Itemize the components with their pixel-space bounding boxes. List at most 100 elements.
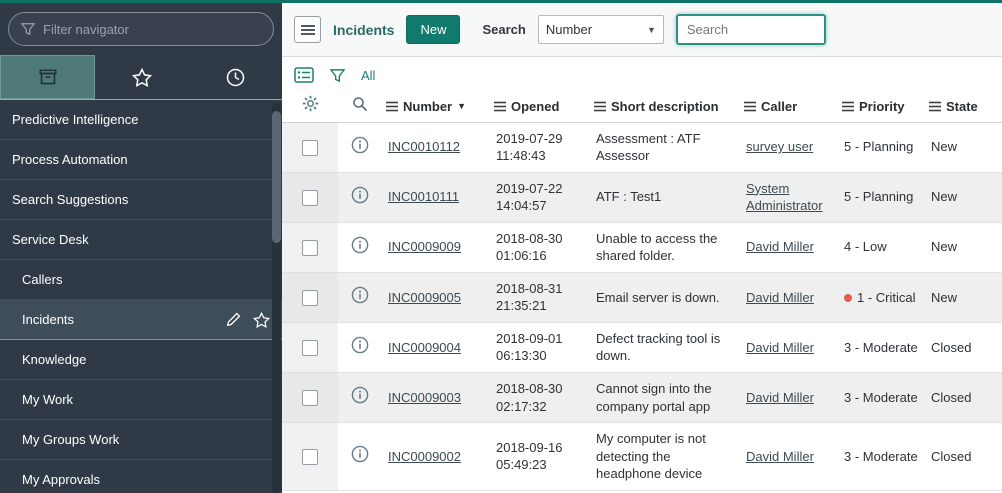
filter-navigator: [8, 12, 274, 46]
sidebar-item-incidents[interactable]: Incidents: [0, 300, 282, 340]
incident-number-link[interactable]: INC0010111: [388, 189, 459, 204]
servicenow-app: Predictive Intelligence Process Automatio…: [0, 0, 1002, 493]
caller-link[interactable]: System Administrator: [746, 181, 823, 214]
sidebar-item-callers[interactable]: Callers: [0, 260, 282, 300]
gear-icon[interactable]: [302, 95, 319, 112]
caller-link[interactable]: David Miller: [746, 449, 814, 464]
caller-cell: System Administrator: [740, 172, 838, 222]
caller-link[interactable]: survey user: [746, 139, 813, 154]
search-icon[interactable]: [352, 96, 368, 112]
row-checkbox[interactable]: [302, 390, 318, 406]
tab-favorites[interactable]: [95, 55, 188, 99]
edit-module-pencil-icon[interactable]: [226, 312, 241, 327]
sidebar-item-predictive-intelligence[interactable]: Predictive Intelligence: [0, 100, 282, 140]
column-menu-icon[interactable]: [744, 101, 756, 112]
row-checkbox[interactable]: [302, 240, 318, 256]
info-icon[interactable]: [351, 336, 369, 354]
row-select-cell: [282, 222, 338, 272]
sidebar-item-my-work[interactable]: My Work: [0, 380, 282, 420]
row-select-cell: [282, 122, 338, 172]
search-field-select[interactable]: Number ▼: [538, 15, 664, 44]
incident-number-link[interactable]: INC0009005: [388, 290, 461, 305]
new-record-button[interactable]: New: [406, 15, 460, 44]
column-label: Short description: [611, 99, 719, 114]
sidebar-item-service-desk[interactable]: Service Desk: [0, 220, 282, 260]
filter-funnel-icon[interactable]: [330, 68, 345, 83]
column-header-state[interactable]: State: [925, 91, 1002, 122]
caller-link[interactable]: David Miller: [746, 239, 814, 254]
incident-number-link[interactable]: INC0009004: [388, 340, 461, 355]
list-context-menu-button[interactable]: [294, 16, 321, 43]
incident-number-link[interactable]: INC0009003: [388, 390, 461, 405]
list-view-mode-icon[interactable]: [294, 67, 314, 83]
critical-priority-dot: [844, 294, 852, 302]
column-menu-icon[interactable]: [494, 101, 506, 112]
incident-row: INC00090022018-09-16 05:49:23My computer…: [282, 423, 1002, 491]
column-header-opened[interactable]: Opened: [490, 91, 590, 122]
info-icon[interactable]: [351, 186, 369, 204]
row-select-cell: [282, 172, 338, 222]
row-checkbox[interactable]: [302, 290, 318, 306]
list-filter-toolbar: All: [282, 57, 1002, 91]
info-icon[interactable]: [351, 136, 369, 154]
opened-cell: 2019-07-29 11:48:43: [490, 122, 590, 172]
info-icon[interactable]: [351, 386, 369, 404]
row-checkbox[interactable]: [302, 449, 318, 465]
sidebar-item-label: My Approvals: [22, 472, 100, 487]
incident-number-link[interactable]: INC0009002: [388, 449, 461, 464]
sidebar-item-search-suggestions[interactable]: Search Suggestions: [0, 180, 282, 220]
caller-link[interactable]: David Miller: [746, 390, 814, 405]
sidebar-item-knowledge[interactable]: Knowledge: [0, 340, 282, 380]
sidebar-item-label: Predictive Intelligence: [12, 112, 138, 127]
number-cell: INC0009009: [382, 222, 490, 272]
number-cell: INC0010112: [382, 122, 490, 172]
incident-number-link[interactable]: INC0009009: [388, 239, 461, 254]
row-checkbox[interactable]: [302, 340, 318, 356]
favorite-star-icon[interactable]: [253, 312, 270, 328]
incident-row: INC00101122019-07-29 11:48:43Assessment …: [282, 122, 1002, 172]
incident-number-link[interactable]: INC0010112: [388, 139, 460, 154]
column-menu-icon[interactable]: [594, 101, 606, 112]
column-menu-icon[interactable]: [842, 101, 854, 112]
priority-text: 3 - Moderate: [844, 449, 918, 464]
column-menu-icon[interactable]: [929, 101, 941, 112]
info-icon[interactable]: [351, 445, 369, 463]
caller-link[interactable]: David Miller: [746, 340, 814, 355]
row-select-cell: [282, 272, 338, 322]
info-icon[interactable]: [351, 236, 369, 254]
column-label: Number: [403, 99, 452, 114]
incident-row: INC00090092018-08-30 01:06:16Unable to a…: [282, 222, 1002, 272]
caller-cell: David Miller: [740, 272, 838, 322]
caller-link[interactable]: David Miller: [746, 290, 814, 305]
sidebar-item-process-automation[interactable]: Process Automation: [0, 140, 282, 180]
column-header-short-description[interactable]: Short description: [590, 91, 740, 122]
column-label: Caller: [761, 99, 797, 114]
sidebar-scrollbar-thumb[interactable]: [272, 111, 281, 243]
application-navigator-sidebar: Predictive Intelligence Process Automatio…: [0, 3, 282, 493]
caller-cell: David Miller: [740, 423, 838, 491]
row-checkbox[interactable]: [302, 140, 318, 156]
priority-cell: 3 - Moderate: [838, 372, 925, 422]
sidebar-item-my-groups-work[interactable]: My Groups Work: [0, 420, 282, 460]
short-description-cell: Email server is down.: [590, 272, 740, 322]
row-checkbox[interactable]: [302, 190, 318, 206]
filter-funnel-icon: [21, 22, 35, 36]
column-header-number[interactable]: Number ▼: [382, 91, 490, 122]
tab-history[interactable]: [189, 55, 282, 99]
info-icon[interactable]: [351, 286, 369, 304]
filter-breadcrumb-all[interactable]: All: [361, 68, 375, 83]
incident-row: INC00090032018-08-30 02:17:32Cannot sign…: [282, 372, 1002, 422]
column-menu-icon[interactable]: [386, 101, 398, 112]
tab-all-applications[interactable]: [0, 55, 95, 99]
list-search-input[interactable]: [676, 14, 826, 45]
column-header-priority[interactable]: Priority: [838, 91, 925, 122]
list-header-bar: Incidents New Search Number ▼: [282, 3, 1002, 57]
row-select-cell: [282, 423, 338, 491]
column-header-caller[interactable]: Caller: [740, 91, 838, 122]
row-preview-cell: [338, 222, 382, 272]
sidebar-item-my-approvals[interactable]: My Approvals: [0, 460, 282, 493]
priority-cell: 4 - Low: [838, 222, 925, 272]
filter-navigator-input[interactable]: [43, 22, 261, 37]
caller-cell: survey user: [740, 122, 838, 172]
sidebar-scrollbar[interactable]: [272, 103, 281, 493]
